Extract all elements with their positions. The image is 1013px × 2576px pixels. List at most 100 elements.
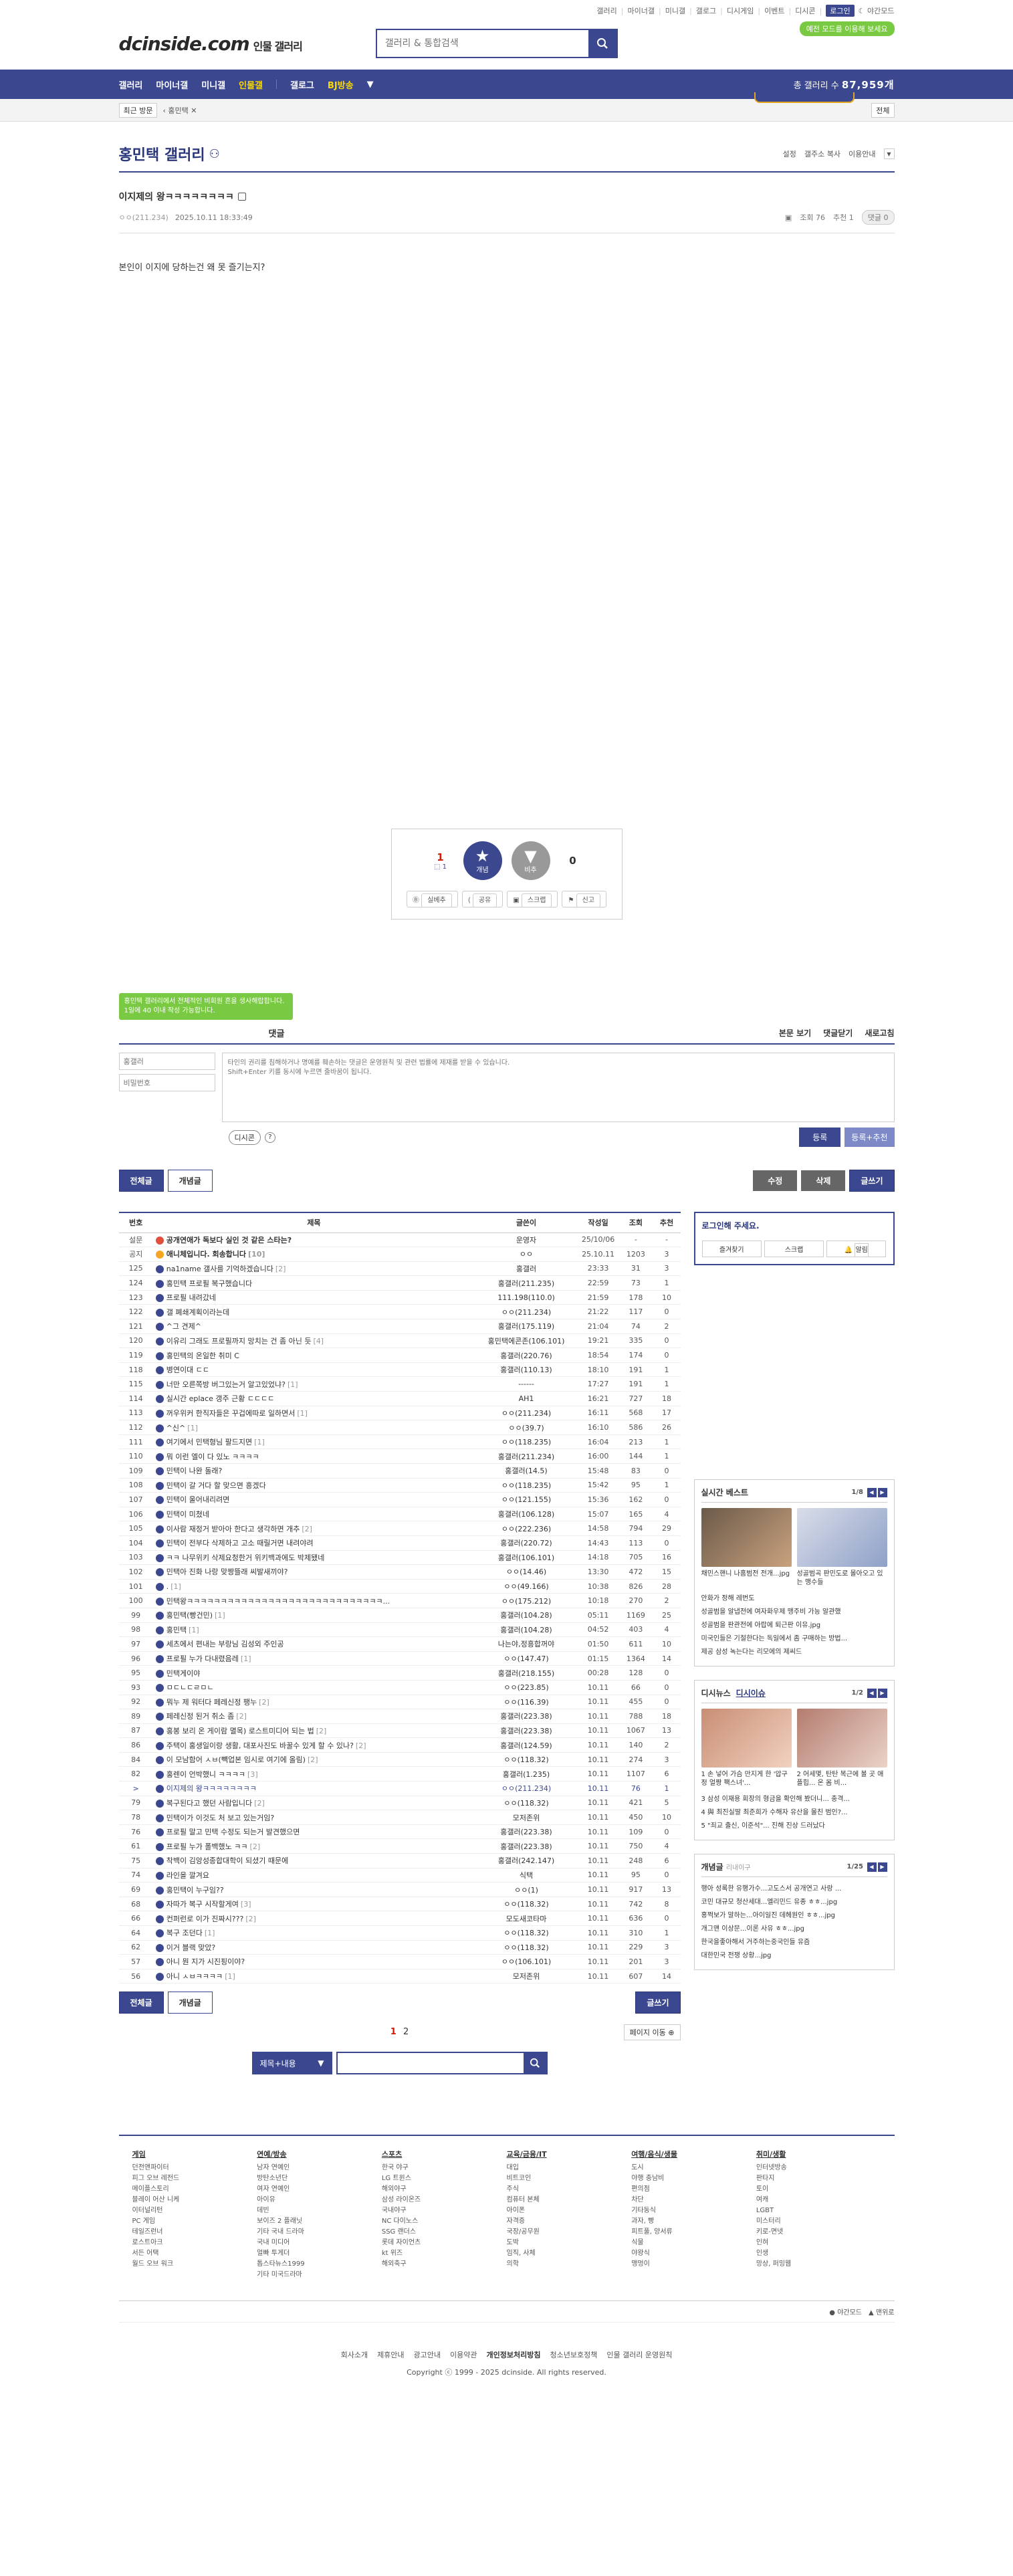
row-writer[interactable]: 홍갤러(124.59) bbox=[475, 1737, 578, 1753]
row-writer[interactable]: ㅇㅇ(222.236) bbox=[475, 1521, 578, 1536]
table-row[interactable]: 69 홍민택이 누구임?? ㅇㅇ(1) 10.11 917 13 bbox=[118, 1882, 681, 1897]
util-link[interactable]: 마이너갤 bbox=[628, 5, 655, 16]
footer-category-item[interactable]: 도박 bbox=[507, 2238, 632, 2248]
row-reply-count[interactable]: [1] bbox=[225, 1972, 235, 1981]
gnb-person[interactable]: 인물갤 bbox=[239, 78, 263, 91]
tab-dcissue[interactable]: 디시이슈 bbox=[736, 1687, 766, 1699]
reco-down-button[interactable]: ▼ 비추 bbox=[511, 841, 550, 880]
to-top-link[interactable]: ▲ 맨위로 bbox=[869, 2306, 894, 2317]
share-button[interactable]: ⟨ 공유 bbox=[461, 891, 503, 907]
row-title[interactable]: . [1] bbox=[152, 1579, 475, 1594]
row-writer[interactable]: ㅇㅇ(121.155) bbox=[475, 1492, 578, 1507]
footer-category-item[interactable]: 여캐 bbox=[756, 2195, 881, 2206]
scrap-button[interactable]: ▣ 스크랩 bbox=[507, 891, 558, 907]
row-writer[interactable]: ㅇㅇ(118.32) bbox=[475, 1925, 578, 1941]
table-row[interactable]: 57 아니 뭔 지가 시진핑이야? ㅇㅇ(106.101) 10.11 201 … bbox=[118, 1954, 681, 1969]
footer-category-item[interactable]: 편의점 bbox=[631, 2184, 756, 2195]
row-title[interactable]: 홍봉 보리 온 게이람 멸목) 로스트미디어 되는 법 [2] bbox=[152, 1723, 475, 1739]
list-item[interactable]: 미국인들은 기절한다는 독일에서 좀 구매하는 방법... bbox=[701, 1632, 887, 1646]
write-button-bottom[interactable]: 글쓰기 bbox=[635, 1992, 681, 2014]
row-title[interactable]: 홍민택(빵건민) [1] bbox=[152, 1608, 475, 1623]
comment-name-field[interactable] bbox=[118, 1053, 215, 1070]
footer-category-item[interactable]: 남자 연예인 bbox=[257, 2163, 382, 2173]
table-row[interactable]: 설문 공개연애가 독보다 실인 것 같은 스타는? 운영자 25/10/06 -… bbox=[118, 1232, 681, 1248]
row-reply-count[interactable]: [2] bbox=[316, 1727, 327, 1735]
row-writer[interactable]: ㅇㅇ(118.32) bbox=[475, 1940, 578, 1955]
row-title[interactable]: 착백이 김앙성종합대학이 되셨기 때문에 bbox=[152, 1853, 475, 1868]
util-link[interactable]: 갤러리 bbox=[596, 5, 616, 16]
footer-category-item[interactable]: 망상, 퍼밍웹 bbox=[756, 2259, 881, 2270]
row-reply-count[interactable]: [2] bbox=[356, 1741, 366, 1750]
footer-category-item[interactable]: SSG 랜더스 bbox=[382, 2227, 507, 2238]
row-title[interactable]: 너만 오른쪽방 버그있는거 알고있었냐? [1] bbox=[152, 1376, 475, 1392]
table-row[interactable]: 79 복구된다고 했던 사람입니다 [2] ㅇㅇ(118.32) 10.11 42… bbox=[118, 1796, 681, 1811]
table-row[interactable]: 75 착백이 김앙성종합대학이 되셨기 때문에 홍갤러(242.147) 10.… bbox=[118, 1853, 681, 1868]
row-title[interactable]: 이 모남함어 ㅅㅂ(빽업본 임시로 여기에 올림) [2] bbox=[152, 1752, 475, 1767]
row-title[interactable]: 주택이 홍생일이랑 생활, 대포사진도 바꿀수 있게 할 수 있나? [2] bbox=[152, 1737, 475, 1753]
dccon-button[interactable]: 디시콘 bbox=[228, 1130, 261, 1145]
row-writer[interactable]: 홍갤러(220.76) bbox=[475, 1348, 578, 1363]
table-row[interactable]: 101 . [1] ㅇㅇ(49.166) 10:38 826 28 bbox=[118, 1579, 681, 1594]
concept-posts-button[interactable]: 개념글 bbox=[167, 1170, 213, 1192]
table-row[interactable]: 114 실시간 eplace 갱주 근황 ㄷㄷㄷㄷ AH1 16:21 727 … bbox=[118, 1391, 681, 1406]
row-title[interactable]: 민택이가 이것도 처 보고 있는거임? bbox=[152, 1810, 475, 1825]
table-row[interactable]: 공지 애니체입니다. 회송합니다 [10] ㅇㅇ 25.10.11 1203 3 bbox=[118, 1247, 681, 1262]
footer-category-title[interactable]: 연예/방송 bbox=[257, 2149, 382, 2160]
list-item[interactable]: 코민 대규모 청산세대...엘리민드 유종 ㅎㅎ...jpg bbox=[701, 1896, 887, 1909]
table-row[interactable]: 56 아니 ㅅㅂㅋㅋㅋㅋ [1] 모저존위 10.11 607 14 bbox=[118, 1969, 681, 1984]
table-row[interactable]: 103 ㅋㅋ 나무위키 삭제요청한거 위키백과에도 박제됐네 홍갤러(106.1… bbox=[118, 1550, 681, 1566]
row-title[interactable]: 프로필 말고 민택 수정도 되는거 발견했으면 bbox=[152, 1824, 475, 1840]
row-writer[interactable]: 모저존위 bbox=[475, 1969, 578, 1984]
row-reply-count[interactable]: [2] bbox=[302, 1525, 312, 1533]
table-row[interactable]: 78 민택이가 이것도 처 보고 있는거임? 모저존위 10.11 450 10 bbox=[118, 1810, 681, 1825]
footer-category-item[interactable]: 의학 bbox=[507, 2259, 632, 2270]
row-title[interactable]: 꺼우위커 한직자들은 꾸겁에따로 일하면서 [1] bbox=[152, 1406, 475, 1421]
table-row[interactable]: 93 ㅁㄷㄴㄷㄹㅁㄴ ㅇㅇ(223.85) 10.11 66 0 bbox=[118, 1680, 681, 1695]
best-caption-2[interactable]: 성골범곡 판민도로 몰아오고 있는 맹수들 bbox=[797, 1570, 887, 1587]
list-item[interactable]: 홍쩍보가 말하는...아이일진 데헤원인 ㅎㅎ...jpg bbox=[701, 1909, 887, 1923]
row-reply-count[interactable]: [1] bbox=[215, 1611, 225, 1620]
row-reply-count[interactable]: [3] bbox=[247, 1770, 258, 1779]
row-writer[interactable]: 홍갤러(1.235) bbox=[475, 1766, 578, 1782]
footer-category-item[interactable]: 맹멍이 bbox=[631, 2259, 756, 2270]
footer-category-item[interactable]: 피트풀, 양서류 bbox=[631, 2227, 756, 2238]
list-item[interactable]: 성골범을 알냅전에 여자화우제 맹주비 가능 알관했 bbox=[701, 1606, 887, 1619]
dcnews-caption-2[interactable]: 2 어세몇, 탄탄 복근에 볼 곳 애플힙... 온 몸 비... bbox=[797, 1770, 887, 1788]
row-title[interactable]: 뭐 이런 엘이 다 있노 ㅋㅋㅋㅋ bbox=[152, 1448, 475, 1464]
table-row[interactable]: 121 ^그 견제^ 홍갤러(175.119) 21:04 74 2 bbox=[118, 1319, 681, 1334]
dark-mode-badge[interactable]: 예전 모드를 이용해 보세요 bbox=[799, 21, 895, 36]
footer-category-item[interactable]: 아이유 bbox=[257, 2195, 382, 2206]
row-writer[interactable]: ㅇㅇ(118.235) bbox=[475, 1478, 578, 1493]
delete-button[interactable]: 삭제 bbox=[801, 1170, 846, 1191]
row-title[interactable]: ^그 견제^ bbox=[152, 1319, 475, 1334]
footer-category-item[interactable]: 해외야구 bbox=[382, 2184, 507, 2195]
comment-tooltip[interactable]: 홍민택 갤러리에서 전체적인 비회원 흔을 생사해랍합니다. 1일에 40 이내… bbox=[118, 993, 293, 1020]
footer-category-item[interactable]: 톱스타뉴스1999 bbox=[257, 2259, 382, 2270]
footer-category-item[interactable]: 판타지 bbox=[756, 2173, 881, 2184]
darkmode-link[interactable]: ● 야간모드 bbox=[829, 2306, 862, 2317]
footer-category-item[interactable]: kt 위즈 bbox=[382, 2248, 507, 2259]
footer-category-item[interactable]: 해외축구 bbox=[382, 2259, 507, 2270]
refresh-button[interactable]: 새로고침 bbox=[865, 1027, 894, 1039]
footer-category-item[interactable]: 테일즈런너 bbox=[132, 2227, 257, 2238]
row-title[interactable]: 병연이대 ㄷㄷ bbox=[152, 1362, 475, 1378]
row-title[interactable]: 아니 ㅅㅂㅋㅋㅋㅋ [1] bbox=[152, 1969, 475, 1984]
best-thumb-2[interactable] bbox=[796, 1508, 887, 1567]
row-reply-count[interactable]: [2] bbox=[250, 1842, 261, 1851]
reco-up-button[interactable]: ★ 개념 bbox=[463, 841, 502, 880]
footer-category-item[interactable]: 기타동식 bbox=[631, 2206, 756, 2216]
row-title[interactable]: 프로필 누가 다내렸음레 [1] bbox=[152, 1651, 475, 1667]
table-row[interactable]: 125 na1name 갤사를 기억하겠습니다 [2] 홍갤러 23:33 31 … bbox=[118, 1261, 681, 1277]
next-icon[interactable]: ▶ bbox=[877, 1688, 887, 1698]
recent-visit-all[interactable]: 전체 bbox=[871, 103, 895, 118]
footer-category-item[interactable]: 야왕식 bbox=[631, 2248, 756, 2259]
concept-posts-button-bottom[interactable]: 개념글 bbox=[167, 1992, 213, 2014]
row-title[interactable]: 민택이 울어내리려면 bbox=[152, 1492, 475, 1507]
footer-category-item[interactable]: 여자 연예인 bbox=[257, 2184, 382, 2195]
dcnews-thumb-1[interactable] bbox=[701, 1709, 792, 1767]
row-title[interactable]: 애니체입니다. 회송합니다 [10] bbox=[152, 1247, 475, 1262]
tab-dcnews[interactable]: 디시뉴스 bbox=[701, 1687, 731, 1699]
comment-submit-reco-button[interactable]: 등록+추천 bbox=[845, 1128, 895, 1147]
recent-visit-button[interactable]: 최근 방문 bbox=[118, 103, 158, 118]
row-title[interactable]: 공개연애가 독보다 실인 것 같은 스타는? bbox=[152, 1232, 475, 1248]
